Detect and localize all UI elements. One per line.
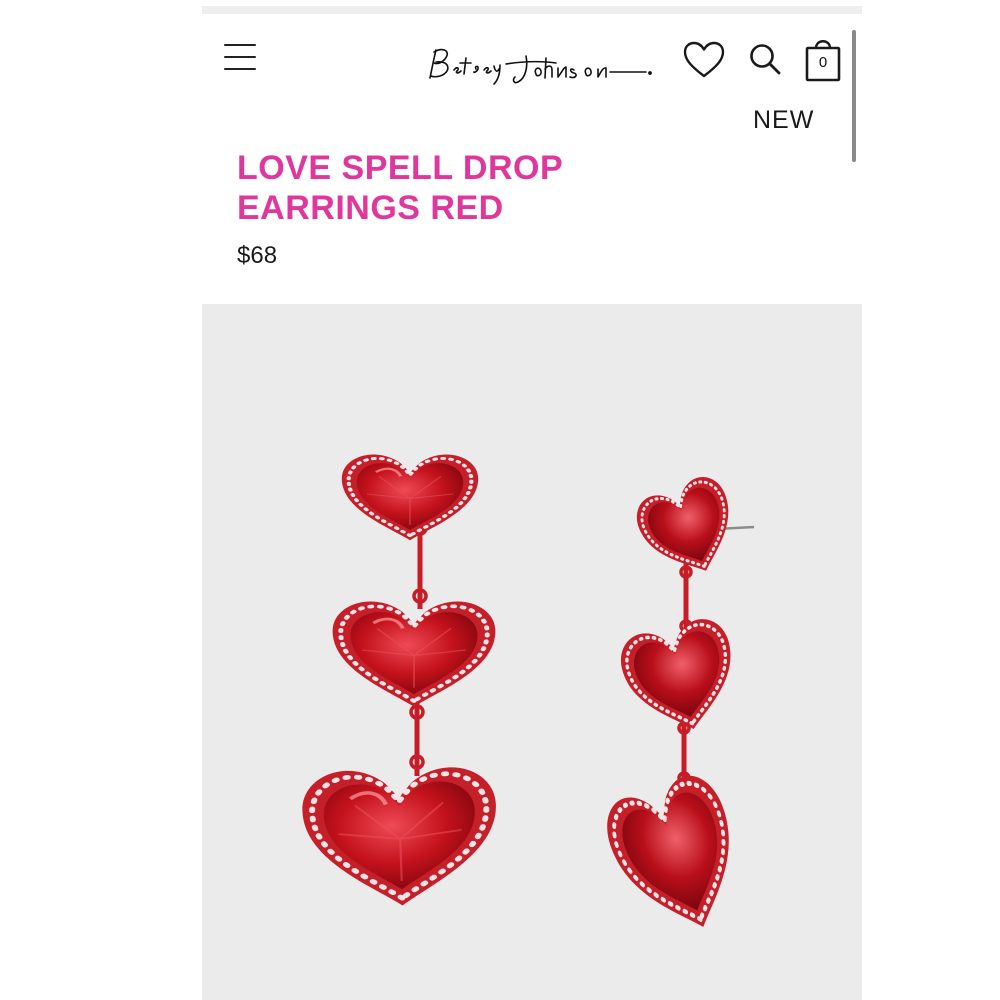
- cart-count: 0: [818, 54, 828, 71]
- site-header: 0: [202, 14, 862, 162]
- product-title: LOVE SPELL DROP EARRINGS RED: [237, 149, 563, 227]
- shopping-bag-icon[interactable]: 0: [802, 34, 844, 84]
- nav-new-link[interactable]: NEW: [753, 106, 814, 135]
- scrollbar[interactable]: [852, 30, 856, 162]
- product-page: 0 NEW LOVE SPELL DROP EARRINGS RED $68: [202, 14, 862, 1000]
- left-earring: [301, 454, 499, 908]
- top-strip: [202, 6, 862, 14]
- search-icon[interactable]: [748, 42, 782, 76]
- product-image[interactable]: [202, 304, 862, 1000]
- product-price: $68: [237, 242, 278, 269]
- heart-icon[interactable]: [682, 40, 726, 80]
- right-earring: [596, 470, 760, 948]
- brand-logo[interactable]: [424, 42, 660, 90]
- menu-icon[interactable]: [222, 40, 258, 76]
